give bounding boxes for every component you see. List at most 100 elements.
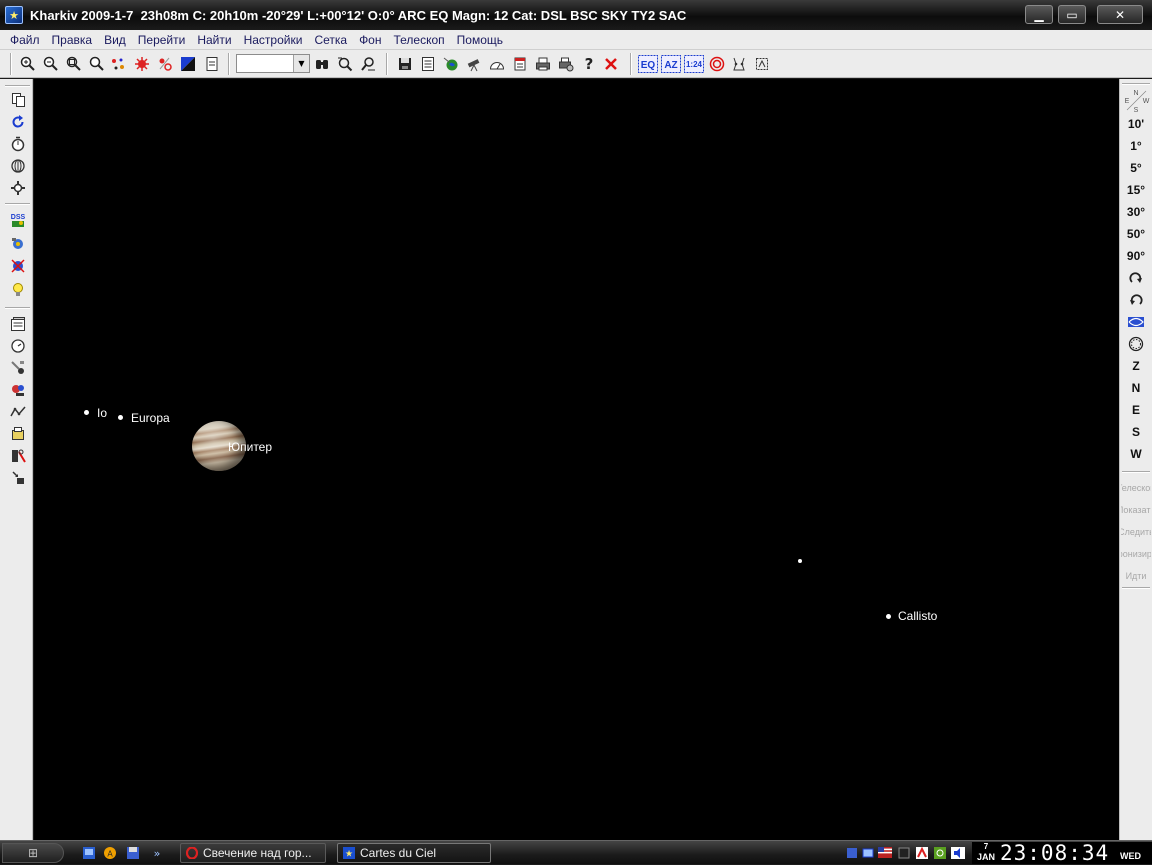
telescope-goto-button[interactable]: Идти (1121, 566, 1151, 586)
tray-monitor-icon[interactable] (897, 845, 911, 860)
clock[interactable]: 7 JAN 23:08:34 WED (972, 841, 1152, 865)
fov-50deg-button[interactable]: 50° (1122, 224, 1150, 244)
fov-15deg-button[interactable]: 15° (1122, 180, 1150, 200)
fov-90deg-button[interactable]: 90° (1122, 246, 1150, 266)
zoom-out-icon[interactable] (41, 54, 61, 74)
printer-setup-icon[interactable] (556, 54, 576, 74)
start-button[interactable]: ⊞ (2, 843, 64, 863)
timer-icon[interactable] (8, 134, 28, 154)
menu-file[interactable]: Файл (4, 31, 46, 49)
menu-telescope[interactable]: Телескоп (388, 31, 451, 49)
settings-icon[interactable] (8, 178, 28, 198)
north-button[interactable]: N (1122, 378, 1150, 398)
horizon-icon[interactable] (487, 54, 507, 74)
minimize-button[interactable]: ▁ (1025, 5, 1053, 24)
menu-find[interactable]: Найти (191, 31, 237, 49)
fov-5deg-button[interactable]: 5° (1122, 158, 1150, 178)
eq-grid-icon[interactable]: EQ (638, 54, 658, 74)
browser-quicklaunch-icon[interactable]: A (101, 844, 119, 862)
save-quicklaunch-icon[interactable] (124, 844, 142, 862)
maximize-button[interactable]: ▭ (1058, 5, 1086, 24)
save-icon[interactable] (395, 54, 415, 74)
24h-icon[interactable]: 1:24 (684, 54, 704, 74)
tools-icon[interactable] (8, 446, 28, 466)
tray-nvidia-icon[interactable] (933, 845, 947, 860)
compass-rose-icon[interactable]: NE WS (1123, 88, 1150, 114)
menu-view[interactable]: Вид (98, 31, 132, 49)
moon-io-marker[interactable] (84, 410, 89, 415)
zoom-search-icon[interactable] (87, 54, 107, 74)
az-grid-icon[interactable]: AZ (661, 54, 681, 74)
calendar-icon[interactable] (510, 54, 530, 74)
binoculars-icon[interactable] (312, 54, 332, 74)
find-icon[interactable] (358, 54, 378, 74)
telescope-sync-button[interactable]: Синхронизировать (1121, 544, 1151, 564)
refresh-icon[interactable] (8, 112, 28, 132)
south-button[interactable]: S (1122, 422, 1150, 442)
dss-image-icon[interactable]: DSS (8, 210, 28, 230)
copy-icon[interactable] (8, 90, 28, 110)
rotate-right-icon[interactable] (1122, 268, 1150, 288)
app-icon[interactable]: ★ (5, 6, 23, 24)
title-bar[interactable]: ★ Kharkiv 2009-1-7 23h08m C: 20h10m -20°… (0, 0, 1152, 30)
constellation-icon[interactable] (729, 54, 749, 74)
moon-europa-marker[interactable] (118, 415, 123, 420)
zenith-button[interactable]: Z (1122, 356, 1150, 376)
nebula-icon[interactable] (132, 54, 152, 74)
tray-antivirus-icon[interactable] (915, 845, 929, 860)
list-icon[interactable] (418, 54, 438, 74)
east-button[interactable]: E (1122, 400, 1150, 420)
clock-icon[interactable] (8, 336, 28, 356)
tray-volume-icon[interactable] (951, 845, 965, 860)
moon-callisto-label[interactable]: Callisto (898, 609, 937, 623)
task-browser[interactable]: Свечение над гор... (180, 843, 326, 863)
task-cartes-du-ciel[interactable]: ★ Cartes du Ciel (337, 843, 491, 863)
mirror-icon[interactable] (8, 256, 28, 276)
show-desktop-icon[interactable] (80, 844, 98, 862)
line-icon[interactable] (8, 402, 28, 422)
sky-chart[interactable]: Io Europa Юпитер Callisto (34, 79, 1119, 840)
fov-1deg-button[interactable]: 1° (1122, 136, 1150, 156)
close-chart-icon[interactable] (601, 54, 621, 74)
rotate-left-icon[interactable] (1122, 290, 1150, 310)
calculator-icon[interactable] (8, 424, 28, 444)
comet-icon[interactable] (8, 358, 28, 378)
help-icon[interactable]: ? (579, 54, 599, 74)
export-icon[interactable] (8, 468, 28, 488)
reverse-colors-icon[interactable] (178, 54, 198, 74)
stars-icon[interactable] (108, 54, 128, 74)
menu-help[interactable]: Помощь (451, 31, 509, 49)
jupiter-label[interactable]: Юпитер (228, 440, 272, 454)
flip-icon[interactable] (1122, 312, 1150, 332)
star-marker[interactable] (798, 559, 802, 563)
telescope-track-button[interactable]: Следить (1121, 522, 1151, 542)
menu-background[interactable]: Фон (353, 31, 387, 49)
new-page-icon[interactable] (202, 54, 222, 74)
west-button[interactable]: W (1122, 444, 1150, 464)
fov-10arcmin-button[interactable]: 10' (1122, 114, 1150, 134)
menu-go[interactable]: Перейти (132, 31, 192, 49)
zoom-in-icon[interactable] (18, 54, 38, 74)
chevron-right-icon[interactable]: » (148, 844, 166, 862)
globe-icon[interactable] (441, 54, 461, 74)
tray-disk-icon[interactable] (845, 845, 859, 860)
fov-combo[interactable]: ▼ (236, 54, 310, 73)
target-icon[interactable] (707, 54, 727, 74)
catalog-icon[interactable] (8, 314, 28, 334)
tray-language-icon[interactable] (878, 845, 892, 860)
animation-icon[interactable] (8, 156, 28, 176)
moon-europa-label[interactable]: Europa (131, 411, 170, 425)
close-button[interactable]: ✕ (1097, 5, 1143, 24)
menu-edit[interactable]: Правка (46, 31, 99, 49)
telescope-connect-button[interactable]: Телескоп (1121, 478, 1151, 498)
frame-icon[interactable] (752, 54, 772, 74)
print-icon[interactable] (533, 54, 553, 74)
bulb-icon[interactable] (8, 280, 28, 300)
menu-grid[interactable]: Сетка (308, 31, 353, 49)
show-images-icon[interactable] (8, 234, 28, 254)
asteroid-icon[interactable] (8, 380, 28, 400)
zoom-fit-icon[interactable] (64, 54, 84, 74)
telescope-icon[interactable] (464, 54, 484, 74)
planet-icon[interactable] (155, 54, 175, 74)
telescope-show-button[interactable]: Показать (1121, 500, 1151, 520)
